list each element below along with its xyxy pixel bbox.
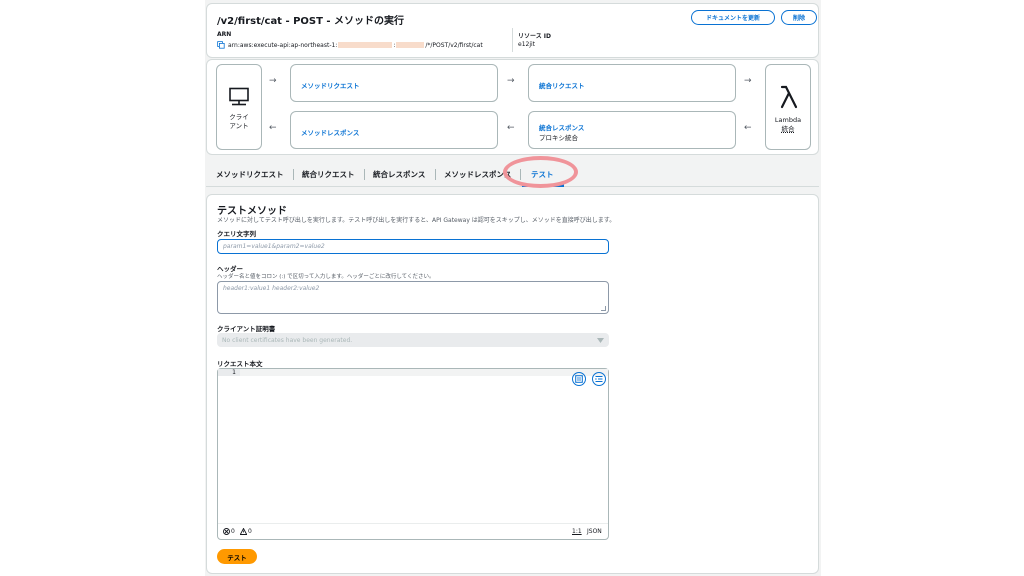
resize-handle-icon[interactable] — [601, 306, 606, 311]
arn-suffix: /*/POST/v2/first/cat — [425, 41, 483, 49]
copy-icon[interactable] — [217, 41, 225, 49]
arrow-left-icon: ← — [507, 123, 515, 133]
arn-label: ARN — [217, 31, 232, 38]
query-string-input[interactable]: param1=value1&param2=value2 — [217, 239, 609, 254]
error-count[interactable]: 0 — [223, 528, 235, 535]
arn-mid: : — [393, 41, 396, 49]
arrow-right-icon: → — [744, 76, 752, 86]
lambda-label-1: Lambda — [774, 116, 802, 124]
update-docs-button[interactable]: ドキュメントを更新 — [691, 10, 775, 25]
method-request-box[interactable]: メソッドリクエスト — [290, 64, 498, 102]
page-title: /v2/first/cat - POST - メソッドの実行 — [217, 16, 405, 27]
arn-prefix: arn:aws:execute-api:ap-northeast-1: — [228, 41, 338, 49]
tab-method-response[interactable]: メソッドレスポンス — [444, 169, 511, 180]
language-mode: JSON — [587, 528, 602, 535]
active-line[interactable] — [240, 369, 608, 376]
lambda-icon — [780, 85, 798, 109]
arrow-left-icon: ← — [744, 123, 752, 133]
error-count-value: 0 — [231, 528, 235, 535]
redacted-api-id — [396, 42, 425, 48]
integration-response-box[interactable]: 統合レスポンス プロキシ統合 — [528, 111, 736, 149]
method-flow-panel: クライ アント → ← メソッドリクエスト メソッドレスポンス → ← 統合リク… — [206, 59, 819, 155]
integration-response-sub: プロキシ統合 — [539, 134, 578, 142]
header-divider — [512, 28, 513, 52]
request-body-label: リクエスト本文 — [217, 360, 263, 368]
preferences-icon[interactable] — [572, 372, 586, 386]
resource-id-value: e12jit — [518, 41, 536, 48]
test-method-panel: テストメソッド メソッドに対してテスト呼び出しを実行します。テスト呼び出しを実行… — [206, 194, 819, 574]
tab-method-request[interactable]: メソッドリクエスト — [216, 169, 284, 180]
client-label-1: クライ — [229, 113, 249, 121]
editor-status-bar: 0 0 1:1 JSON — [218, 523, 608, 539]
resource-id-label: リソース ID — [518, 33, 552, 40]
warning-count-value: 0 — [248, 528, 252, 535]
redacted-account-id — [338, 42, 393, 48]
lambda-box[interactable]: Lambda 統合 — [765, 64, 811, 150]
tab-integration-request[interactable]: 統合リクエスト — [302, 169, 355, 180]
tab-separator — [293, 169, 294, 180]
integration-response-link[interactable]: 統合レスポンス — [539, 122, 584, 132]
warning-count[interactable]: 0 — [240, 528, 252, 535]
arrow-right-icon: → — [507, 76, 515, 86]
headers-description: ヘッダー名と値をコロン (:) で区切って入力します。ヘッダーごとに改行してくだ… — [217, 274, 435, 280]
client-cert-label: クライアント証明書 — [217, 325, 276, 333]
run-test-button[interactable]: テスト — [217, 549, 257, 564]
arrow-right-icon: → — [269, 76, 277, 86]
caret-down-icon — [597, 337, 604, 343]
warning-icon — [240, 528, 247, 535]
tab-integration-response[interactable]: 統合レスポンス — [373, 169, 425, 180]
tab-separator — [435, 169, 436, 180]
client-label-2: アント — [229, 122, 249, 130]
client-cert-placeholder: No client certificates have been generat… — [222, 336, 353, 344]
arrow-left-icon: ← — [269, 123, 277, 133]
monitor-icon — [229, 87, 249, 106]
client-cert-select[interactable]: No client certificates have been generat… — [217, 333, 609, 347]
headers-placeholder: header1:value1 header2:value2 — [223, 285, 320, 292]
method-header-panel: /v2/first/cat - POST - メソッドの実行 ドキュメントを更新… — [206, 3, 819, 58]
line-number: 1 — [218, 369, 240, 376]
test-section-description: メソッドに対してテスト呼び出しを実行します。テスト呼び出しを実行すると、API … — [217, 217, 616, 224]
integration-request-link[interactable]: 統合リクエスト — [539, 80, 585, 90]
arn-value: arn:aws:execute-api:ap-northeast-1: : /*… — [217, 41, 483, 49]
delete-button[interactable]: 削除 — [781, 10, 817, 25]
request-body-editor[interactable]: 1 0 0 1:1 JSON — [217, 368, 609, 540]
integration-request-box[interactable]: 統合リクエスト — [528, 64, 736, 102]
highlight-annotation — [503, 156, 578, 188]
method-response-link[interactable]: メソッドレスポンス — [301, 127, 359, 137]
query-string-label: クエリ文字列 — [217, 230, 256, 238]
tab-separator — [364, 169, 365, 180]
method-response-box[interactable]: メソッドレスポンス — [290, 111, 498, 149]
error-icon — [223, 528, 230, 535]
client-box[interactable]: クライ アント — [216, 64, 262, 150]
method-request-link[interactable]: メソッドリクエスト — [301, 80, 360, 90]
cursor-position[interactable]: 1:1 — [572, 528, 582, 535]
headers-textarea[interactable]: header1:value1 header2:value2 — [217, 281, 609, 314]
format-code-icon[interactable] — [592, 372, 606, 386]
lambda-label-2[interactable]: 統合 — [766, 125, 810, 134]
